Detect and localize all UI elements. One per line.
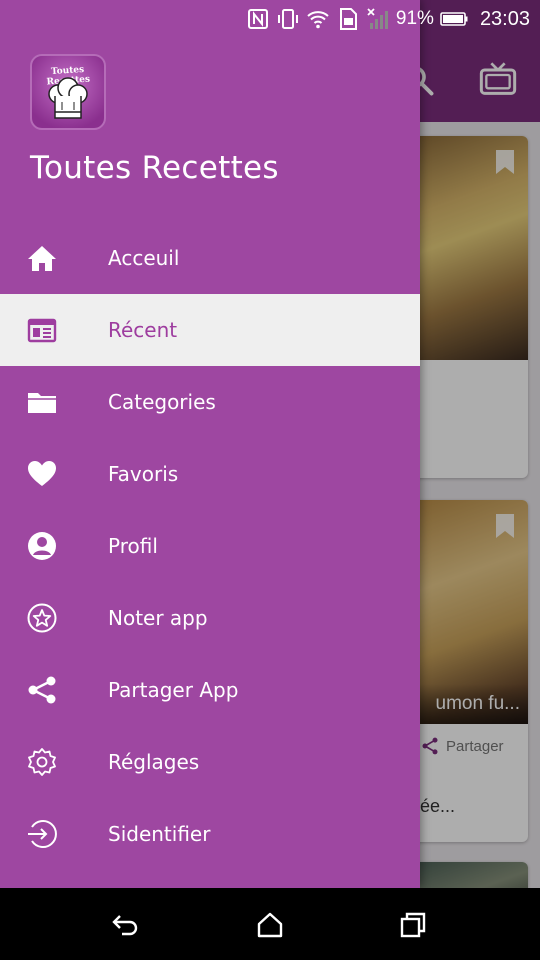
wifi-icon <box>307 11 329 29</box>
drawer-title: Toutes Recettes <box>30 150 279 186</box>
system-nav-bar <box>0 888 540 960</box>
app-logo: Toutes Recettes <box>30 54 106 130</box>
menu-item-acceuil[interactable]: Acceuil <box>0 222 420 294</box>
menu-label: Noter app <box>108 606 208 630</box>
menu-label: Partager App <box>108 678 239 702</box>
menu-label: Favoris <box>108 462 179 486</box>
sim-icon <box>339 8 357 30</box>
folder-icon <box>28 393 56 413</box>
menu-item-recent[interactable]: Récent <box>0 294 420 366</box>
navigation-drawer: Toutes Recettes Toutes Recettes Acceuil <box>0 0 420 888</box>
menu-label: Récent <box>108 318 178 342</box>
menu-label: Réglages <box>108 750 200 774</box>
recents-icon[interactable] <box>398 910 428 940</box>
home-icon <box>28 246 56 271</box>
menu-label: Profil <box>108 534 158 558</box>
menu-item-categories[interactable]: Categories <box>0 366 420 438</box>
battery-percent: 91% <box>395 8 434 29</box>
menu-item-reglages[interactable]: Réglages <box>0 726 420 798</box>
menu-label: Categories <box>108 390 216 414</box>
battery-icon <box>440 12 468 26</box>
recent-icon <box>27 318 57 343</box>
clock: 23:03 <box>479 7 530 30</box>
nfc-icon <box>247 9 268 29</box>
back-icon[interactable] <box>110 910 140 940</box>
menu-item-partager-app[interactable]: Partager App <box>0 654 420 726</box>
drawer-menu: Acceuil Récent Categories Favoris Profil… <box>0 222 420 870</box>
vibrate-icon <box>277 9 298 29</box>
menu-item-sidentifier[interactable]: Sidentifier <box>0 798 420 870</box>
menu-item-profil[interactable]: Profil <box>0 510 420 582</box>
settings-icon <box>28 748 56 776</box>
home-nav-icon[interactable] <box>255 910 285 940</box>
menu-item-favoris[interactable]: Favoris <box>0 438 420 510</box>
menu-item-noter-app[interactable]: Noter app <box>0 582 420 654</box>
share-icon <box>28 676 56 704</box>
star-icon <box>27 603 57 633</box>
status-bar: 91% 23:03 <box>0 0 540 38</box>
profile-icon <box>28 532 56 560</box>
no-signal-icon <box>367 8 388 29</box>
menu-label: Acceuil <box>108 246 180 270</box>
heart-icon <box>28 461 56 486</box>
menu-label: Sidentifier <box>108 822 211 846</box>
chef-hat-icon <box>48 77 88 119</box>
login-icon <box>28 820 57 848</box>
